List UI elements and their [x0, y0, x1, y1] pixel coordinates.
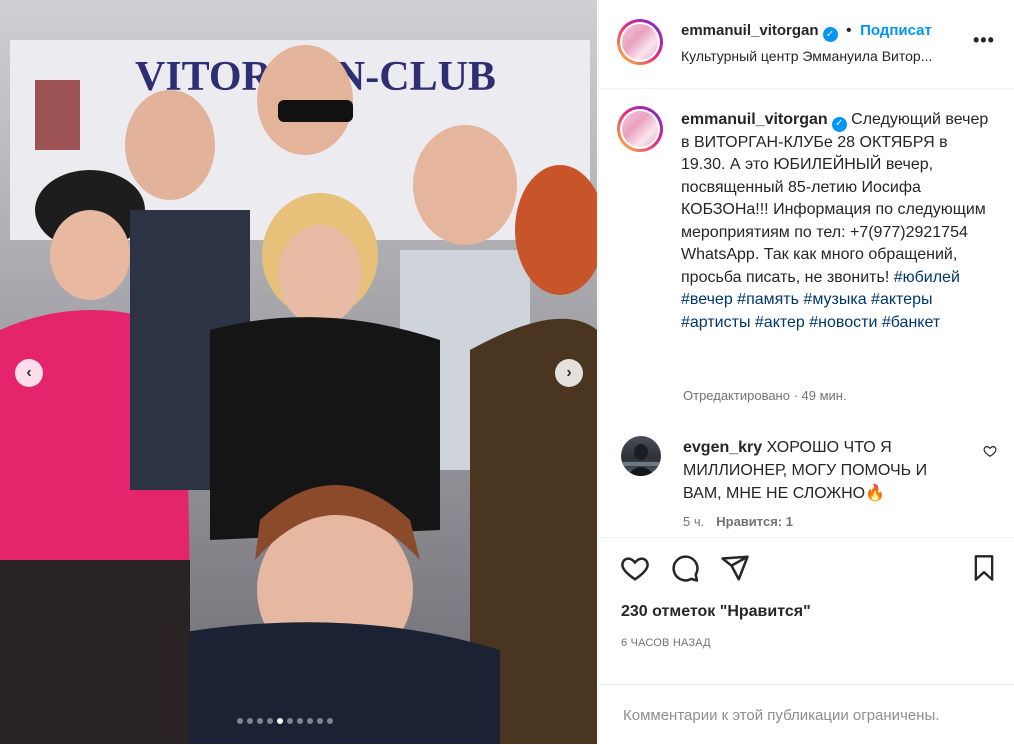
comments-section[interactable]: emmanuil_vitorgan ✓ Следующий вечер в ВИТ… — [599, 89, 1014, 536]
actions-bar — [599, 537, 1014, 582]
hashtag[interactable]: #актеры — [871, 291, 932, 308]
comment-like-heart-icon[interactable] — [983, 444, 997, 458]
comments-limited-text: Комментарии к этой публикации ограничены… — [623, 707, 940, 724]
post-image: VITORGAN-CLUB — [0, 0, 597, 744]
caption-avatar[interactable] — [617, 106, 663, 152]
carousel-dot — [307, 718, 313, 724]
author-avatar[interactable] — [617, 19, 663, 65]
post-timestamp[interactable]: 6 ЧАСОВ НАЗАД — [621, 637, 711, 649]
hashtag[interactable]: #вечер — [681, 291, 733, 308]
commenter-avatar[interactable] — [621, 436, 661, 476]
hashtag[interactable]: #музыка — [803, 291, 866, 308]
like-heart-icon[interactable] — [620, 553, 650, 583]
more-options-icon[interactable]: ••• — [973, 30, 995, 51]
author-username[interactable]: emmanuil_vitorgan — [681, 22, 819, 39]
caption: emmanuil_vitorgan ✓ Следующий вечер в ВИТ… — [681, 109, 991, 334]
comment: evgen_kry ХОРОШО ЧТО Я МИЛЛИОНЕР, МОГУ П… — [683, 436, 968, 505]
comment-meta: 5 ч. Нравится: 1 — [683, 514, 793, 529]
likes-count[interactable]: 230 отметок "Нравится" — [621, 603, 811, 621]
hashtag[interactable]: #память — [737, 291, 799, 308]
caption-text: Следующий вечер в ВИТОРГАН-КЛУБе 28 ОКТЯ… — [681, 111, 989, 286]
save-bookmark-icon[interactable] — [970, 553, 998, 583]
location-link[interactable]: Культурный центр Эммануила Витор... — [681, 48, 932, 64]
carousel-next-button[interactable]: › — [555, 359, 583, 387]
post-header: emmanuil_vitorgan ✓ • Подписат Культурный… — [599, 0, 1014, 89]
follow-button[interactable]: Подписат — [860, 22, 932, 39]
share-send-icon[interactable] — [720, 553, 750, 583]
hashtag[interactable]: #артисты — [681, 314, 750, 331]
caption-username[interactable]: emmanuil_vitorgan — [681, 111, 828, 128]
verified-badge-icon: ✓ — [822, 27, 838, 42]
hashtag[interactable]: #банкет — [882, 314, 940, 331]
carousel-dot — [257, 718, 263, 724]
carousel-dot — [247, 718, 253, 724]
chevron-right-icon: › — [566, 364, 572, 381]
commenter-username[interactable]: evgen_kry — [683, 439, 762, 456]
chevron-left-icon: ‹ — [26, 364, 32, 381]
edited-timestamp: Отредактировано · 49 мин. — [683, 388, 847, 403]
verified-badge-icon: ✓ — [831, 116, 847, 132]
carousel-dot — [327, 718, 333, 724]
post-panel: emmanuil_vitorgan ✓ • Подписат Культурный… — [598, 0, 1014, 744]
carousel-dot — [267, 718, 273, 724]
carousel-dot — [297, 718, 303, 724]
comments-limited-notice: Комментарии к этой публикации ограничены… — [599, 684, 1014, 745]
carousel-prev-button[interactable]: ‹ — [15, 359, 43, 387]
comment-age: 5 ч. — [683, 514, 705, 529]
carousel-dots — [237, 718, 333, 724]
carousel-dot — [317, 718, 323, 724]
carousel-dot — [287, 718, 293, 724]
carousel-dot — [237, 718, 243, 724]
comment-bubble-icon[interactable] — [670, 553, 700, 583]
hashtag[interactable]: #актер — [755, 314, 805, 331]
carousel-dot-active — [277, 718, 283, 724]
hashtag[interactable]: #юбилей — [894, 269, 960, 286]
comment-likes[interactable]: Нравится: 1 — [716, 514, 793, 529]
hashtag[interactable]: #новости — [809, 314, 877, 331]
post-photo[interactable]: VITORGAN-CLUB ‹ › — [0, 0, 597, 744]
